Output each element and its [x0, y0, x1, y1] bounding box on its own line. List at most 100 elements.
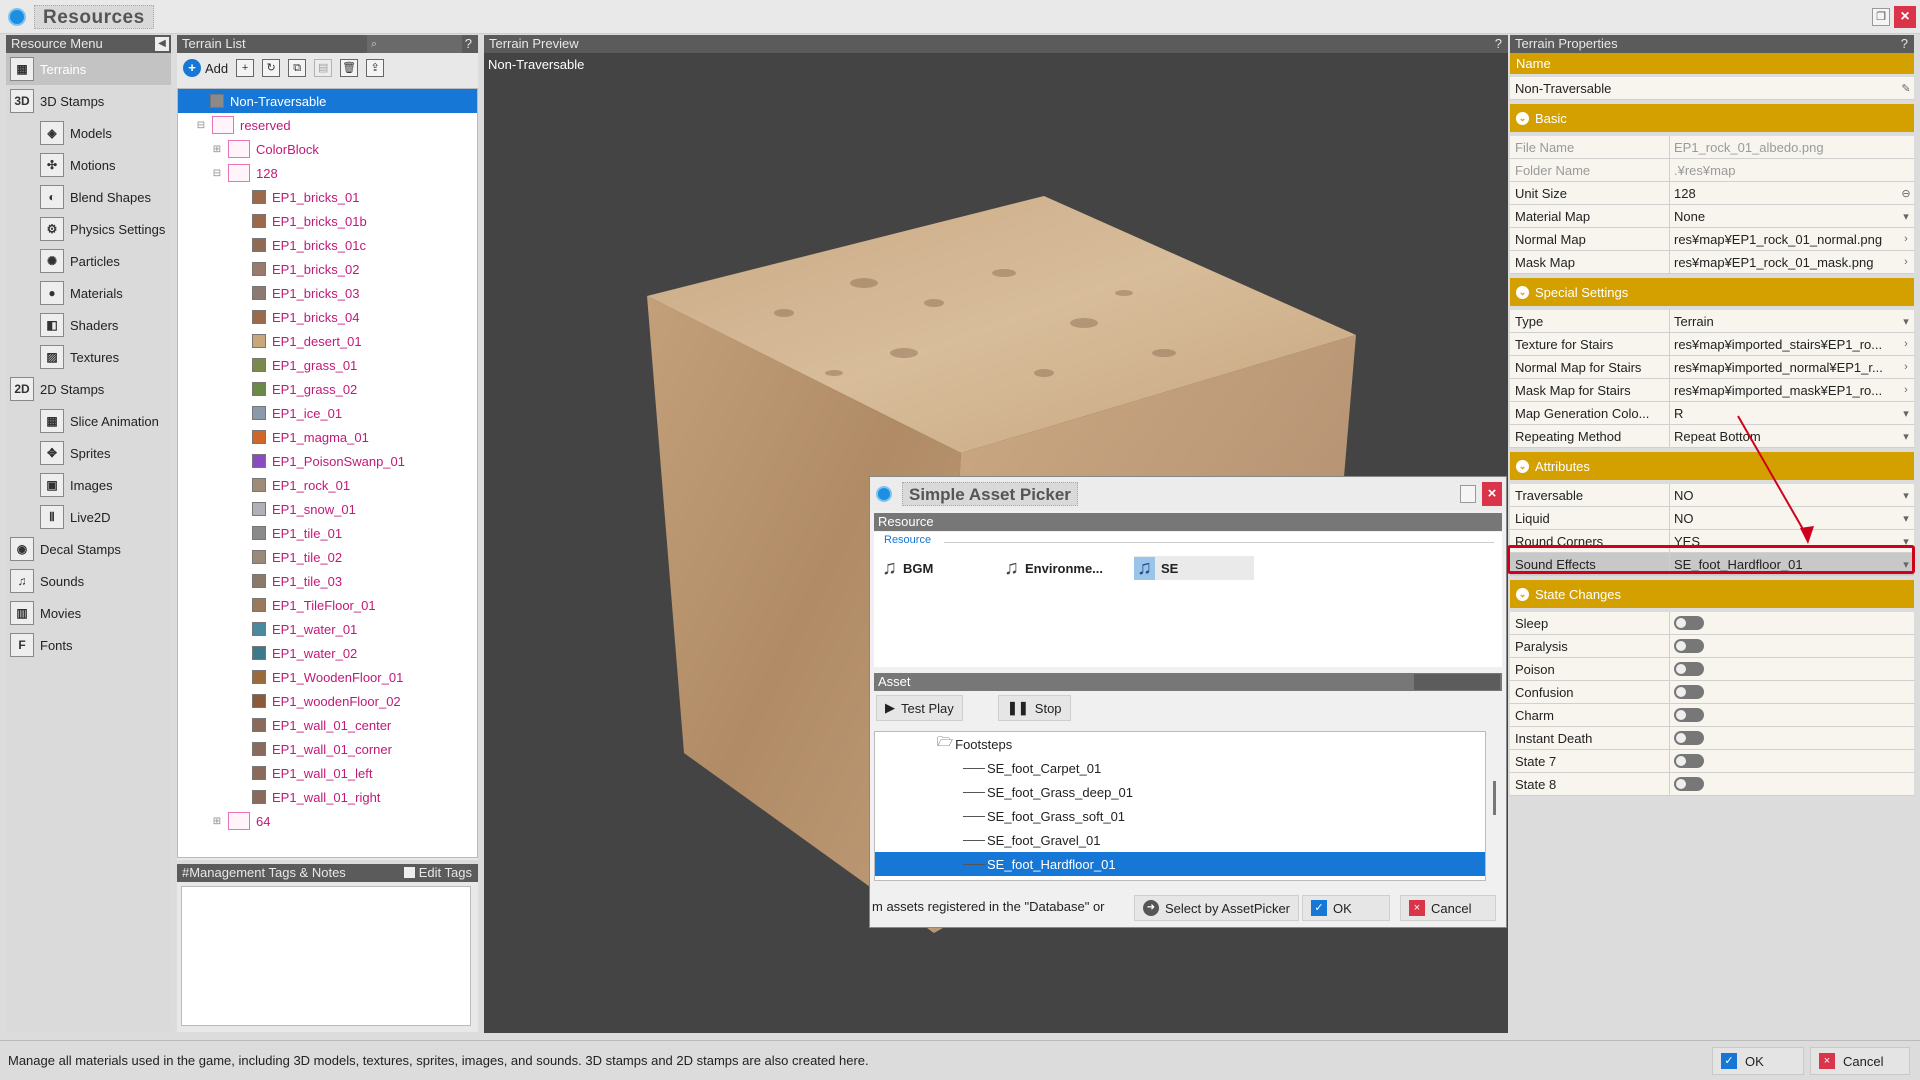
- duplicate-icon[interactable]: ⧉: [288, 59, 307, 77]
- resource-menu-item[interactable]: ✣ Motions: [6, 149, 171, 181]
- add-button[interactable]: + Add: [183, 59, 228, 77]
- toggle-switch[interactable]: [1674, 616, 1704, 630]
- property-value[interactable]: res¥map¥EP1_rock_01_normal.png: [1670, 228, 1898, 250]
- tree-folder-item[interactable]: ⊞ ColorBlock: [178, 137, 477, 161]
- tree-terrain-item[interactable]: EP1_WoodenFloor_01: [178, 665, 477, 689]
- tree-terrain-item[interactable]: EP1_bricks_01b: [178, 209, 477, 233]
- property-action-icon[interactable]: ▾: [1898, 489, 1914, 502]
- property-action-icon[interactable]: ›: [1898, 384, 1914, 396]
- tree-terrain-item[interactable]: EP1_PoisonSwanp_01: [178, 449, 477, 473]
- expand-toggle-icon[interactable]: ⊟: [196, 120, 206, 131]
- property-action-icon[interactable]: ›: [1898, 256, 1914, 268]
- restore-icon[interactable]: [1460, 485, 1476, 503]
- tree-terrain-item[interactable]: EP1_tile_02: [178, 545, 477, 569]
- toggle-switch[interactable]: [1674, 754, 1704, 768]
- close-window-button[interactable]: ×: [1894, 6, 1916, 28]
- tree-terrain-item[interactable]: EP1_grass_01: [178, 353, 477, 377]
- tree-terrain-item[interactable]: EP1_water_02: [178, 641, 477, 665]
- test-play-button[interactable]: ▶ Test Play: [876, 695, 963, 721]
- asset-item[interactable]: SE_foot_Grass_soft_01: [875, 804, 1485, 828]
- tree-terrain-item[interactable]: EP1_wall_01_right: [178, 785, 477, 809]
- resource-menu-item[interactable]: ▦ Terrains: [6, 53, 171, 85]
- section-state[interactable]: ⌄ State Changes: [1510, 580, 1914, 608]
- property-value[interactable]: [1670, 612, 1914, 634]
- property-action-icon[interactable]: ›: [1898, 338, 1914, 350]
- cancel-button[interactable]: × Cancel: [1810, 1047, 1910, 1075]
- property-value[interactable]: res¥map¥imported_normal¥EP1_r...: [1670, 356, 1898, 378]
- tree-terrain-item[interactable]: EP1_magma_01: [178, 425, 477, 449]
- property-row[interactable]: State 8: [1510, 773, 1914, 796]
- resource-menu-item[interactable]: ✺ Particles: [6, 245, 171, 277]
- close-dialog-button[interactable]: ×: [1482, 482, 1502, 506]
- resource-menu-item[interactable]: ▥ Movies: [6, 597, 171, 629]
- resource-menu-item[interactable]: ▣ Images: [6, 469, 171, 501]
- paste-icon[interactable]: ▤: [314, 59, 333, 77]
- tree-terrain-item[interactable]: EP1_woodenFloor_02: [178, 689, 477, 713]
- property-action-icon[interactable]: ▾: [1898, 315, 1914, 328]
- edit-tags-checkbox[interactable]: Edit Tags: [403, 864, 472, 882]
- resource-menu-item[interactable]: ◧ Shaders: [6, 309, 171, 341]
- refresh-icon[interactable]: ↻: [262, 59, 281, 77]
- resource-menu-item[interactable]: ⚙ Physics Settings: [6, 213, 171, 245]
- property-value[interactable]: res¥map¥imported_mask¥EP1_ro...: [1670, 379, 1898, 401]
- property-row[interactable]: Paralysis: [1510, 635, 1914, 658]
- asset-search-input[interactable]: [1414, 674, 1500, 690]
- property-value[interactable]: 128: [1670, 182, 1898, 204]
- tree-terrain-item[interactable]: EP1_tile_03: [178, 569, 477, 593]
- resource-menu-item[interactable]: Ⅱ Live2D: [6, 501, 171, 533]
- toggle-switch[interactable]: [1674, 708, 1704, 722]
- section-basic[interactable]: ⌄ Basic: [1510, 104, 1914, 132]
- collapse-panel-icon[interactable]: ◀: [155, 37, 169, 51]
- dialog-cancel-button[interactable]: × Cancel: [1400, 895, 1496, 921]
- toggle-switch[interactable]: [1674, 777, 1704, 791]
- help-icon[interactable]: ?: [1901, 35, 1908, 53]
- property-value[interactable]: .¥res¥map: [1670, 159, 1914, 181]
- notes-textarea[interactable]: [181, 886, 471, 1026]
- tree-terrain-item[interactable]: EP1_rock_01: [178, 473, 477, 497]
- property-row[interactable]: Poison: [1510, 658, 1914, 681]
- resource-tab[interactable]: ♫ SE: [1134, 556, 1254, 580]
- tree-terrain-item[interactable]: EP1_wall_01_left: [178, 761, 477, 785]
- property-row[interactable]: File Name EP1_rock_01_albedo.png: [1510, 136, 1914, 159]
- resource-menu-item[interactable]: ◐ Blend Shapes: [6, 181, 171, 213]
- resource-menu-item[interactable]: ♫ Sounds: [6, 565, 171, 597]
- property-value[interactable]: res¥map¥EP1_rock_01_mask.png: [1670, 251, 1898, 273]
- tree-terrain-item[interactable]: EP1_wall_01_center: [178, 713, 477, 737]
- property-value[interactable]: res¥map¥imported_stairs¥EP1_ro...: [1670, 333, 1898, 355]
- property-row[interactable]: Mask Map res¥map¥EP1_rock_01_mask.png ›: [1510, 251, 1914, 274]
- property-row[interactable]: Normal Map for Stairs res¥map¥imported_no…: [1510, 356, 1914, 379]
- ok-button[interactable]: ✓ OK: [1712, 1047, 1804, 1075]
- property-action-icon[interactable]: ⊖: [1898, 187, 1914, 200]
- tree-terrain-item[interactable]: Non-Traversable: [178, 89, 477, 113]
- tree-terrain-item[interactable]: EP1_bricks_02: [178, 257, 477, 281]
- tree-terrain-item[interactable]: EP1_snow_01: [178, 497, 477, 521]
- property-row[interactable]: Folder Name .¥res¥map: [1510, 159, 1914, 182]
- property-row[interactable]: State 7: [1510, 750, 1914, 773]
- asset-item[interactable]: SE_foot_Hardfloor_01: [875, 852, 1485, 876]
- property-row[interactable]: Charm: [1510, 704, 1914, 727]
- resource-menu-item[interactable]: ◉ Decal Stamps: [6, 533, 171, 565]
- expand-toggle-icon[interactable]: ⊞: [212, 144, 222, 155]
- expand-toggle-icon[interactable]: ⊞: [212, 816, 222, 827]
- tree-terrain-item[interactable]: EP1_bricks_03: [178, 281, 477, 305]
- property-value[interactable]: [1670, 750, 1914, 772]
- section-special[interactable]: ⌄ Special Settings: [1510, 278, 1914, 306]
- property-row[interactable]: Instant Death: [1510, 727, 1914, 750]
- toggle-switch[interactable]: [1674, 731, 1704, 745]
- property-row[interactable]: Repeating Method Repeat Bottom ▾: [1510, 425, 1914, 448]
- asset-item[interactable]: SE_foot_Gravel_01: [875, 828, 1485, 852]
- tree-terrain-item[interactable]: EP1_bricks_04: [178, 305, 477, 329]
- property-action-icon[interactable]: ▾: [1898, 430, 1914, 443]
- property-action-icon[interactable]: ▾: [1898, 210, 1914, 223]
- property-action-icon[interactable]: ›: [1898, 361, 1914, 373]
- resource-menu-item[interactable]: ▦ Slice Animation: [6, 405, 171, 437]
- select-by-assetpicker-button[interactable]: ➜ Select by AssetPicker: [1134, 895, 1299, 921]
- tree-terrain-item[interactable]: EP1_water_01: [178, 617, 477, 641]
- stop-button[interactable]: ❚❚ Stop: [998, 695, 1071, 721]
- tree-folder-item[interactable]: ⊟ 128: [178, 161, 477, 185]
- property-row[interactable]: Material Map None ▾: [1510, 205, 1914, 228]
- property-action-icon[interactable]: ▾: [1898, 512, 1914, 525]
- property-row[interactable]: Confusion: [1510, 681, 1914, 704]
- resource-menu-item[interactable]: F Fonts: [6, 629, 171, 661]
- property-row[interactable]: Map Generation Colo... R ▾: [1510, 402, 1914, 425]
